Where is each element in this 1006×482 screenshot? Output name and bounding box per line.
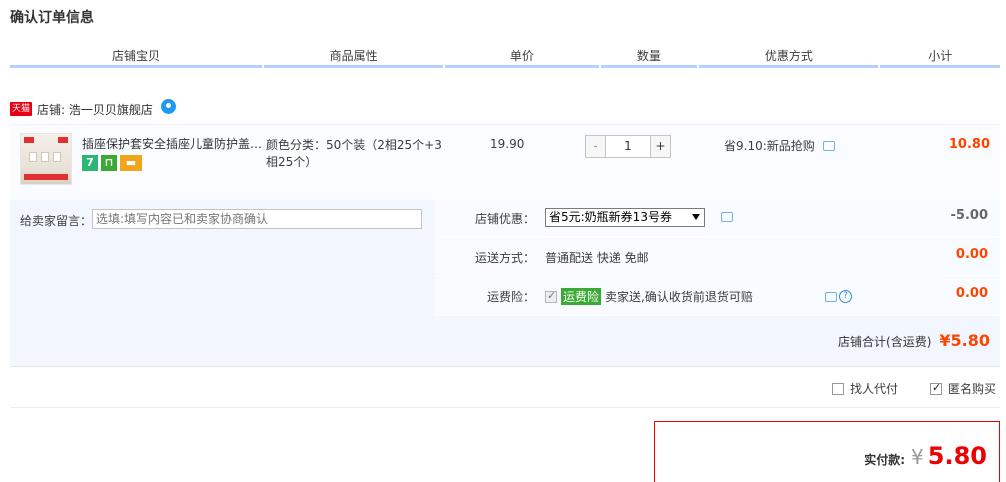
shop-coupon-amount: -5.00 xyxy=(950,208,988,223)
column-header-discount: 优惠方式 xyxy=(699,44,879,68)
anonymous-option[interactable]: 匿名购买 xyxy=(929,380,996,397)
quantity-input[interactable]: 1 xyxy=(606,136,650,157)
unit-price: 19.90 xyxy=(490,137,525,151)
buyer-message-area: 给卖家留言： xyxy=(10,200,432,316)
quantity-increase-button[interactable]: + xyxy=(650,136,670,157)
promotion-text: 省9.10:新品抢购 xyxy=(724,139,815,153)
shop-name-link[interactable]: 店铺: 浩一贝贝旗舰店 xyxy=(37,101,153,118)
find-payer-checkbox[interactable] xyxy=(831,382,844,395)
column-header-attributes: 商品属性 xyxy=(263,44,444,68)
shop-row: 天猫 店铺: 浩一贝贝旗舰店 xyxy=(10,98,176,118)
freight-insurance-checkbox[interactable] xyxy=(545,289,557,303)
payment-amount: 5.80 xyxy=(927,442,987,470)
table-header: 店铺宝贝 商品属性 单价 数量 优惠方式 小计 xyxy=(10,44,1000,68)
freight-insurance-label: 运费险： xyxy=(487,290,536,304)
freight-insurance-tag: 运费险 xyxy=(561,288,602,305)
message-icon[interactable] xyxy=(721,212,733,222)
shipping-amount: 0.00 xyxy=(955,247,988,262)
message-icon[interactable] xyxy=(822,140,835,151)
currency-symbol: ¥ xyxy=(911,445,924,469)
item-subtotal: 10.80 xyxy=(948,137,990,152)
chevron-down-icon xyxy=(692,214,700,220)
seven-day-return-icon[interactable]: 7 xyxy=(82,155,98,171)
column-header-quantity: 数量 xyxy=(600,44,698,68)
freight-insurance-amount: 0.00 xyxy=(955,286,988,301)
shipping-label: 运送方式： xyxy=(475,251,536,265)
checkout-options: 找人代付 匿名购买 xyxy=(831,380,996,397)
find-payer-label: 找人代付 xyxy=(849,382,898,396)
tmall-badge: 天猫 xyxy=(10,102,33,116)
column-header-subtotal: 小计 xyxy=(880,44,1000,68)
product-attributes: 颜色分类：50个装（2相25个+3相25个） xyxy=(266,138,442,169)
quantity-decrease-button[interactable]: - xyxy=(586,136,606,157)
payment-line: 实付款: ¥ 5.80 xyxy=(864,442,987,470)
section-title: 确认订单信息 xyxy=(10,10,94,26)
freight-insurance-value: 运费险 卖家送,确认收货前退货可赔 xyxy=(545,288,753,305)
buyer-message-label: 给卖家留言： xyxy=(20,214,93,228)
shopping-bag-icon[interactable]: ⊓ xyxy=(101,155,117,171)
freight-insurance-icons: ? xyxy=(825,290,852,303)
column-header-unit-price: 单价 xyxy=(445,44,599,68)
shop-total-label: 店铺合计(含运费) xyxy=(838,335,932,349)
order-item-row: 插座保护套安全插座儿童防护盖… 7 ⊓ ▬ 颜色分类：50个装（2相25个+3相… xyxy=(10,124,1000,200)
column-header-shop-item: 店铺宝贝 xyxy=(10,44,262,68)
shop-coupon-selected: 省5元:奶瓶新券13号券 xyxy=(549,210,672,224)
product-title-link[interactable]: 插座保护套安全插座儿童防护盖… xyxy=(82,135,264,152)
credit-card-icon[interactable]: ▬ xyxy=(120,155,142,171)
anonymous-checkbox[interactable] xyxy=(929,381,942,395)
shop-options: 店铺优惠： 省5元:奶瓶新券13号券 -5.00 运送方式： 普通配送 快递 免… xyxy=(435,200,1000,316)
product-thumbnail[interactable] xyxy=(20,133,72,185)
find-payer-option[interactable]: 找人代付 xyxy=(831,380,898,397)
payment-summary: 实付款: ¥ 5.80 xyxy=(654,421,1000,482)
anonymous-label: 匿名购买 xyxy=(947,382,996,396)
freight-insurance-text: 卖家送,确认收货前退货可赔 xyxy=(605,290,753,304)
shop-coupon-select[interactable]: 省5元:奶瓶新券13号券 xyxy=(545,208,705,227)
shop-coupon-row: 店铺优惠： 省5元:奶瓶新券13号券 -5.00 xyxy=(435,200,1000,238)
order-options-panel: 给卖家留言： 店铺优惠： 省5元:奶瓶新券13号券 -5.00 运送方式： 普通… xyxy=(10,200,1000,366)
promotion-info: 省9.10:新品抢购 xyxy=(724,137,835,154)
divider xyxy=(10,366,1000,367)
payment-label: 实付款: xyxy=(864,453,906,467)
service-icons: 7 ⊓ ▬ xyxy=(82,155,142,171)
divider xyxy=(10,407,1000,408)
buyer-message-input[interactable] xyxy=(92,209,422,229)
shipping-value: 普通配送 快递 免邮 xyxy=(545,251,649,265)
message-icon[interactable] xyxy=(825,291,837,302)
shop-total-amount: ¥5.80 xyxy=(939,331,990,350)
quantity-stepper: - 1 + xyxy=(585,135,671,158)
help-icon[interactable]: ? xyxy=(839,290,852,303)
shipping-row: 运送方式： 普通配送 快递 免邮 0.00 xyxy=(435,239,1000,277)
shop-total: 店铺合计(含运费) ¥5.80 xyxy=(838,331,990,350)
chat-icon[interactable] xyxy=(160,98,176,114)
shop-coupon-label: 店铺优惠： xyxy=(475,212,536,226)
freight-insurance-row: 运费险： 运费险 卖家送,确认收货前退货可赔 ? 0.00 xyxy=(435,278,1000,316)
